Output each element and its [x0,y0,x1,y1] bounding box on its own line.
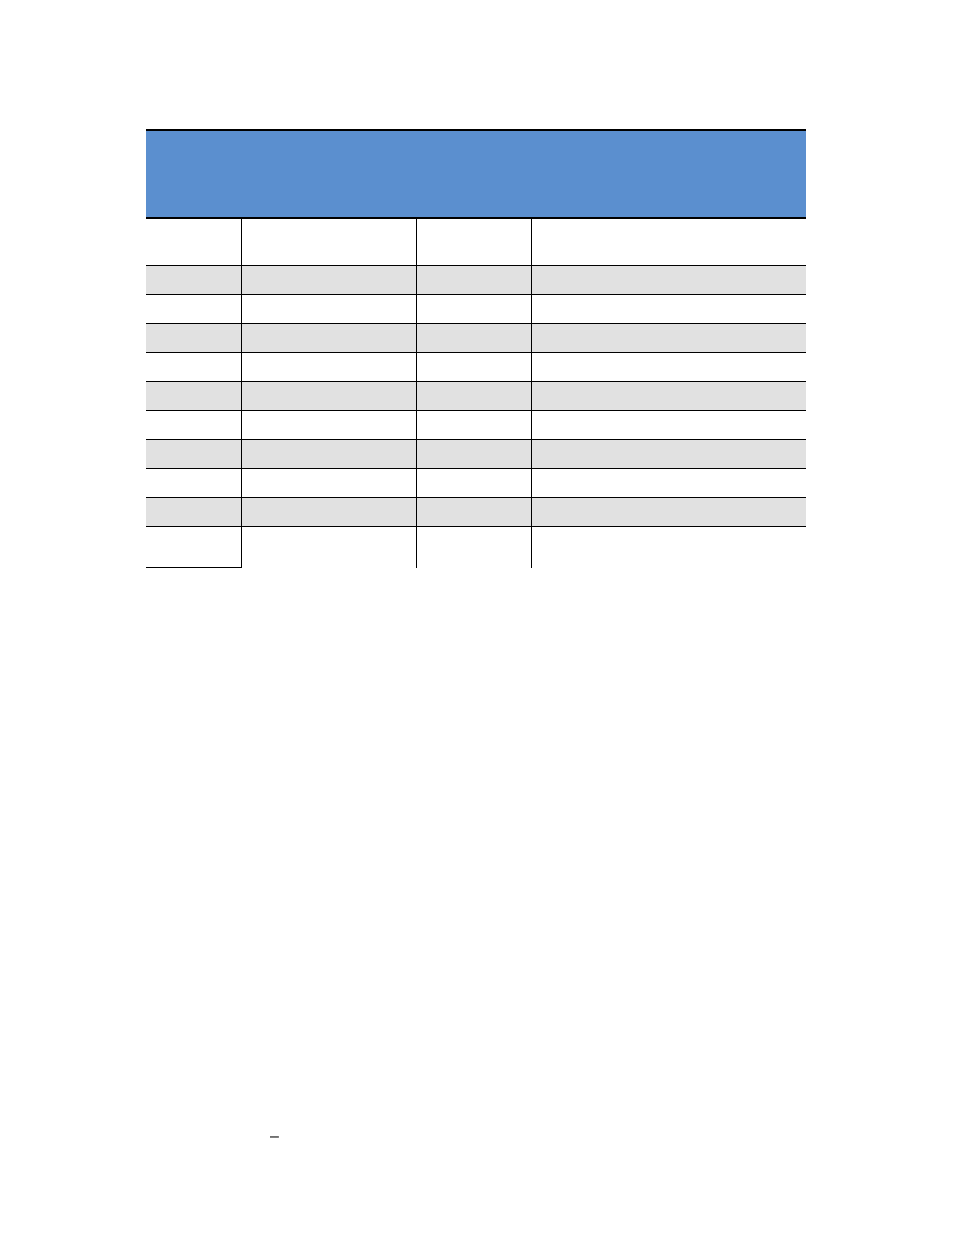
table-cell [241,382,416,411]
table-cell [146,324,241,353]
table-row [146,411,806,440]
table-cell [146,266,241,295]
table-header-cell [146,130,241,218]
table-cell [416,382,531,411]
document-table [146,129,806,568]
table-cell [531,218,806,266]
table-cell [241,411,416,440]
table-row [146,440,806,469]
table-row [146,353,806,382]
table-cell [531,411,806,440]
table-cell [531,440,806,469]
table-cell [416,469,531,498]
table-header-cell [241,130,416,218]
table-cell [416,440,531,469]
table-cell [416,498,531,527]
table-row [146,527,806,568]
table-cell [531,353,806,382]
table-cell [416,218,531,266]
table-header-row [146,130,806,218]
table-cell [241,218,416,266]
table-cell [146,382,241,411]
table-row [146,382,806,411]
table-cell [146,218,241,266]
table-cell [416,266,531,295]
table-row [146,469,806,498]
table-cell [531,498,806,527]
table-row [146,324,806,353]
footer-dash: – [270,1128,279,1146]
table-cell [416,411,531,440]
table-row [146,498,806,527]
table-cell [241,295,416,324]
table-cell [416,295,531,324]
table-cell [241,266,416,295]
table-cell [241,527,416,568]
table-header-cell [416,130,531,218]
table-cell [241,498,416,527]
table-cell [146,498,241,527]
table-cell [531,469,806,498]
table-cell [416,353,531,382]
table-row [146,295,806,324]
table-row [146,266,806,295]
table-cell [146,440,241,469]
table-cell [531,382,806,411]
table-cell [531,324,806,353]
table-cell [241,469,416,498]
table-cell [241,324,416,353]
table-cell [146,527,241,568]
table-cell [531,266,806,295]
table-cell [146,469,241,498]
table-cell [416,527,531,568]
table-header-cell [531,130,806,218]
table-cell [531,295,806,324]
table-cell [146,353,241,382]
table-cell [146,295,241,324]
table-cell [241,353,416,382]
table-cell [531,527,806,568]
table-row [146,218,806,266]
table-cell [241,440,416,469]
table-cell [416,324,531,353]
table-cell [146,411,241,440]
